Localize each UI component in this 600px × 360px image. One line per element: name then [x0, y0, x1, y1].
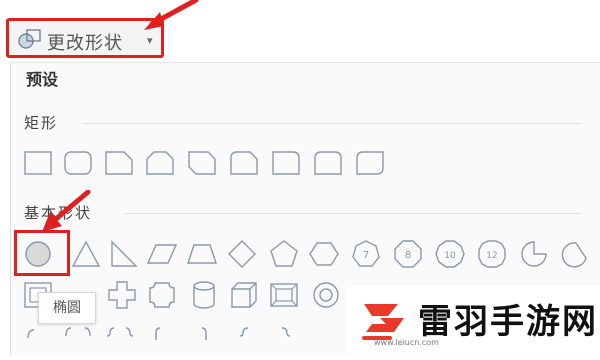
- shapes-icon: [17, 28, 43, 50]
- right-brace-shape[interactable]: [270, 324, 302, 356]
- change-shape-label: 更改形状: [47, 33, 123, 54]
- site-watermark: 雷羽手游网 www.leiucn.com: [346, 286, 600, 354]
- snip-single-corner-rectangle-shape[interactable]: [103, 147, 135, 179]
- snip-round-rectangle-shape[interactable]: [228, 147, 260, 179]
- octagon-number: 8: [405, 250, 411, 261]
- can-shape[interactable]: [188, 279, 220, 311]
- heptagon-number: 7: [363, 250, 369, 261]
- top-toolbar: 更改形状 ▾: [0, 0, 600, 62]
- parallelogram-shape[interactable]: [146, 238, 178, 270]
- rounded-rectangle-shape[interactable]: [62, 147, 94, 179]
- pie-shape[interactable]: [518, 238, 550, 270]
- left-brace-shape[interactable]: [230, 324, 262, 356]
- donut-shape[interactable]: [310, 279, 342, 311]
- preset-heading: 预设: [26, 70, 59, 89]
- rectangle-shape[interactable]: [22, 147, 54, 179]
- right-triangle-shape[interactable]: [108, 238, 140, 270]
- section-divider: [82, 123, 582, 124]
- plaque-shape[interactable]: [146, 279, 178, 311]
- red-arrow-icon: [144, 0, 199, 30]
- oval-highlight-box: [14, 230, 70, 276]
- round-same-side-rectangle-shape[interactable]: [312, 147, 344, 179]
- left-bracket-shape[interactable]: [22, 324, 54, 356]
- chord-shape[interactable]: [558, 238, 590, 270]
- right-square-bracket-shape[interactable]: [188, 324, 220, 356]
- round-single-corner-rectangle-shape[interactable]: [270, 147, 302, 179]
- snip-diagonal-rectangle-shape[interactable]: [186, 147, 218, 179]
- bevel-shape[interactable]: [268, 279, 300, 311]
- trapezoid-shape[interactable]: [186, 238, 218, 270]
- double-bracket-shape[interactable]: [62, 324, 94, 356]
- section-title-rectangle: 矩形: [24, 114, 59, 132]
- snip-same-side-rectangle-shape[interactable]: [144, 147, 176, 179]
- site-url-text: www.leiucn.com: [374, 338, 439, 347]
- dodecagon-shape[interactable]: 12: [476, 238, 508, 270]
- pentagon-shape[interactable]: [268, 238, 300, 270]
- decagon-shape[interactable]: 10: [434, 238, 466, 270]
- double-brace-shape[interactable]: [104, 324, 136, 356]
- triangle-shape[interactable]: [70, 238, 102, 270]
- site-logo-icon: [362, 304, 404, 340]
- octagon-shape[interactable]: 8: [392, 238, 424, 270]
- red-arrow-icon: [42, 190, 91, 232]
- diamond-shape[interactable]: [226, 238, 258, 270]
- site-brand-text: 雷羽手游网: [418, 302, 598, 342]
- chevron-down-icon: ▾: [147, 34, 153, 47]
- round-diagonal-rectangle-shape[interactable]: [354, 147, 386, 179]
- hexagon-shape[interactable]: [308, 238, 340, 270]
- section-divider: [124, 213, 582, 214]
- dodecagon-number: 12: [486, 251, 497, 261]
- left-square-bracket-shape[interactable]: [146, 324, 178, 356]
- heptagon-shape[interactable]: 7: [350, 238, 382, 270]
- cube-shape[interactable]: [228, 279, 260, 311]
- plus-shape[interactable]: [106, 279, 138, 311]
- oval-tooltip: 椭圆: [38, 292, 96, 324]
- decagon-number: 10: [444, 251, 456, 261]
